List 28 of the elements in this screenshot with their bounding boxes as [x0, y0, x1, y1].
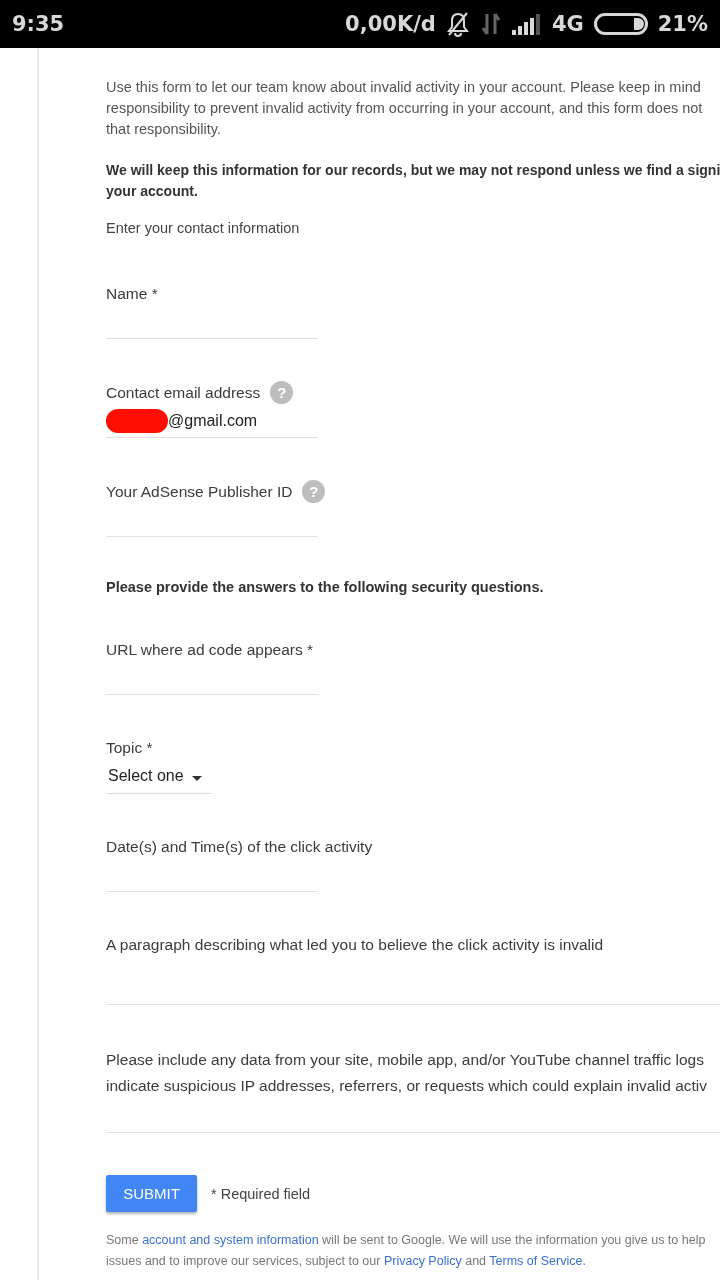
footer-link[interactable]: Privacy Policy [383, 1254, 462, 1268]
notice-paragraph: We will keep this information for our records, but we may not respond unless we find a signi your account. [106, 161, 720, 201]
required-note: * Required field [211, 1185, 311, 1202]
network-speed: 0,00K/d [345, 12, 436, 36]
intro-paragraph: Use this form to let our team know about invalid activity in your account. Please keep in mind responsibility to prevent invalid activity from occurring in your account, and this form does not that responsibility. [106, 78, 704, 139]
select-dropdown[interactable]: Select one [106, 759, 212, 794]
battery-icon [593, 13, 648, 35]
network-type: 4G [551, 12, 584, 36]
clock-time: 9:35 [12, 12, 65, 36]
footer-text: Some account and system information will be sent to Google. We will use the information you give us to help issues and to improve our services, subject to our Privacy Policy and Terms of Service. [106, 1232, 707, 1270]
signal-icon [511, 13, 542, 35]
submit-button[interactable]: SUBMIT [106, 1175, 197, 1212]
field-label: Topic * [106, 738, 153, 758]
field-label: Contact email address [106, 382, 261, 403]
section-heading: Enter your contact information [106, 220, 301, 236]
data-arrows-icon [479, 12, 502, 36]
field-label: A paragraph describing what led you to believe the click activity is invalid [106, 935, 604, 955]
bell-off-icon [445, 11, 470, 37]
input-field[interactable]: @gmail.com [106, 404, 318, 438]
field-label: Please include any data from your site, mobile app, and/or YouTube channel traffic logs indicate suspicious IP addresses, referrers, or requests which could explain invalid activ [106, 1050, 708, 1096]
battery-percent: 21% [657, 12, 708, 36]
section-heading: Please provide the answers to the following security questions. [106, 579, 545, 595]
field-label: Name * [106, 284, 158, 304]
field-label: URL where ad code appears * [106, 640, 314, 660]
field-label: Date(s) and Time(s) of the click activity [106, 837, 373, 857]
caret-icon [191, 775, 202, 781]
field-label: Your AdSense Publisher ID [106, 481, 293, 502]
footer-link[interactable]: account and system information [142, 1233, 319, 1247]
